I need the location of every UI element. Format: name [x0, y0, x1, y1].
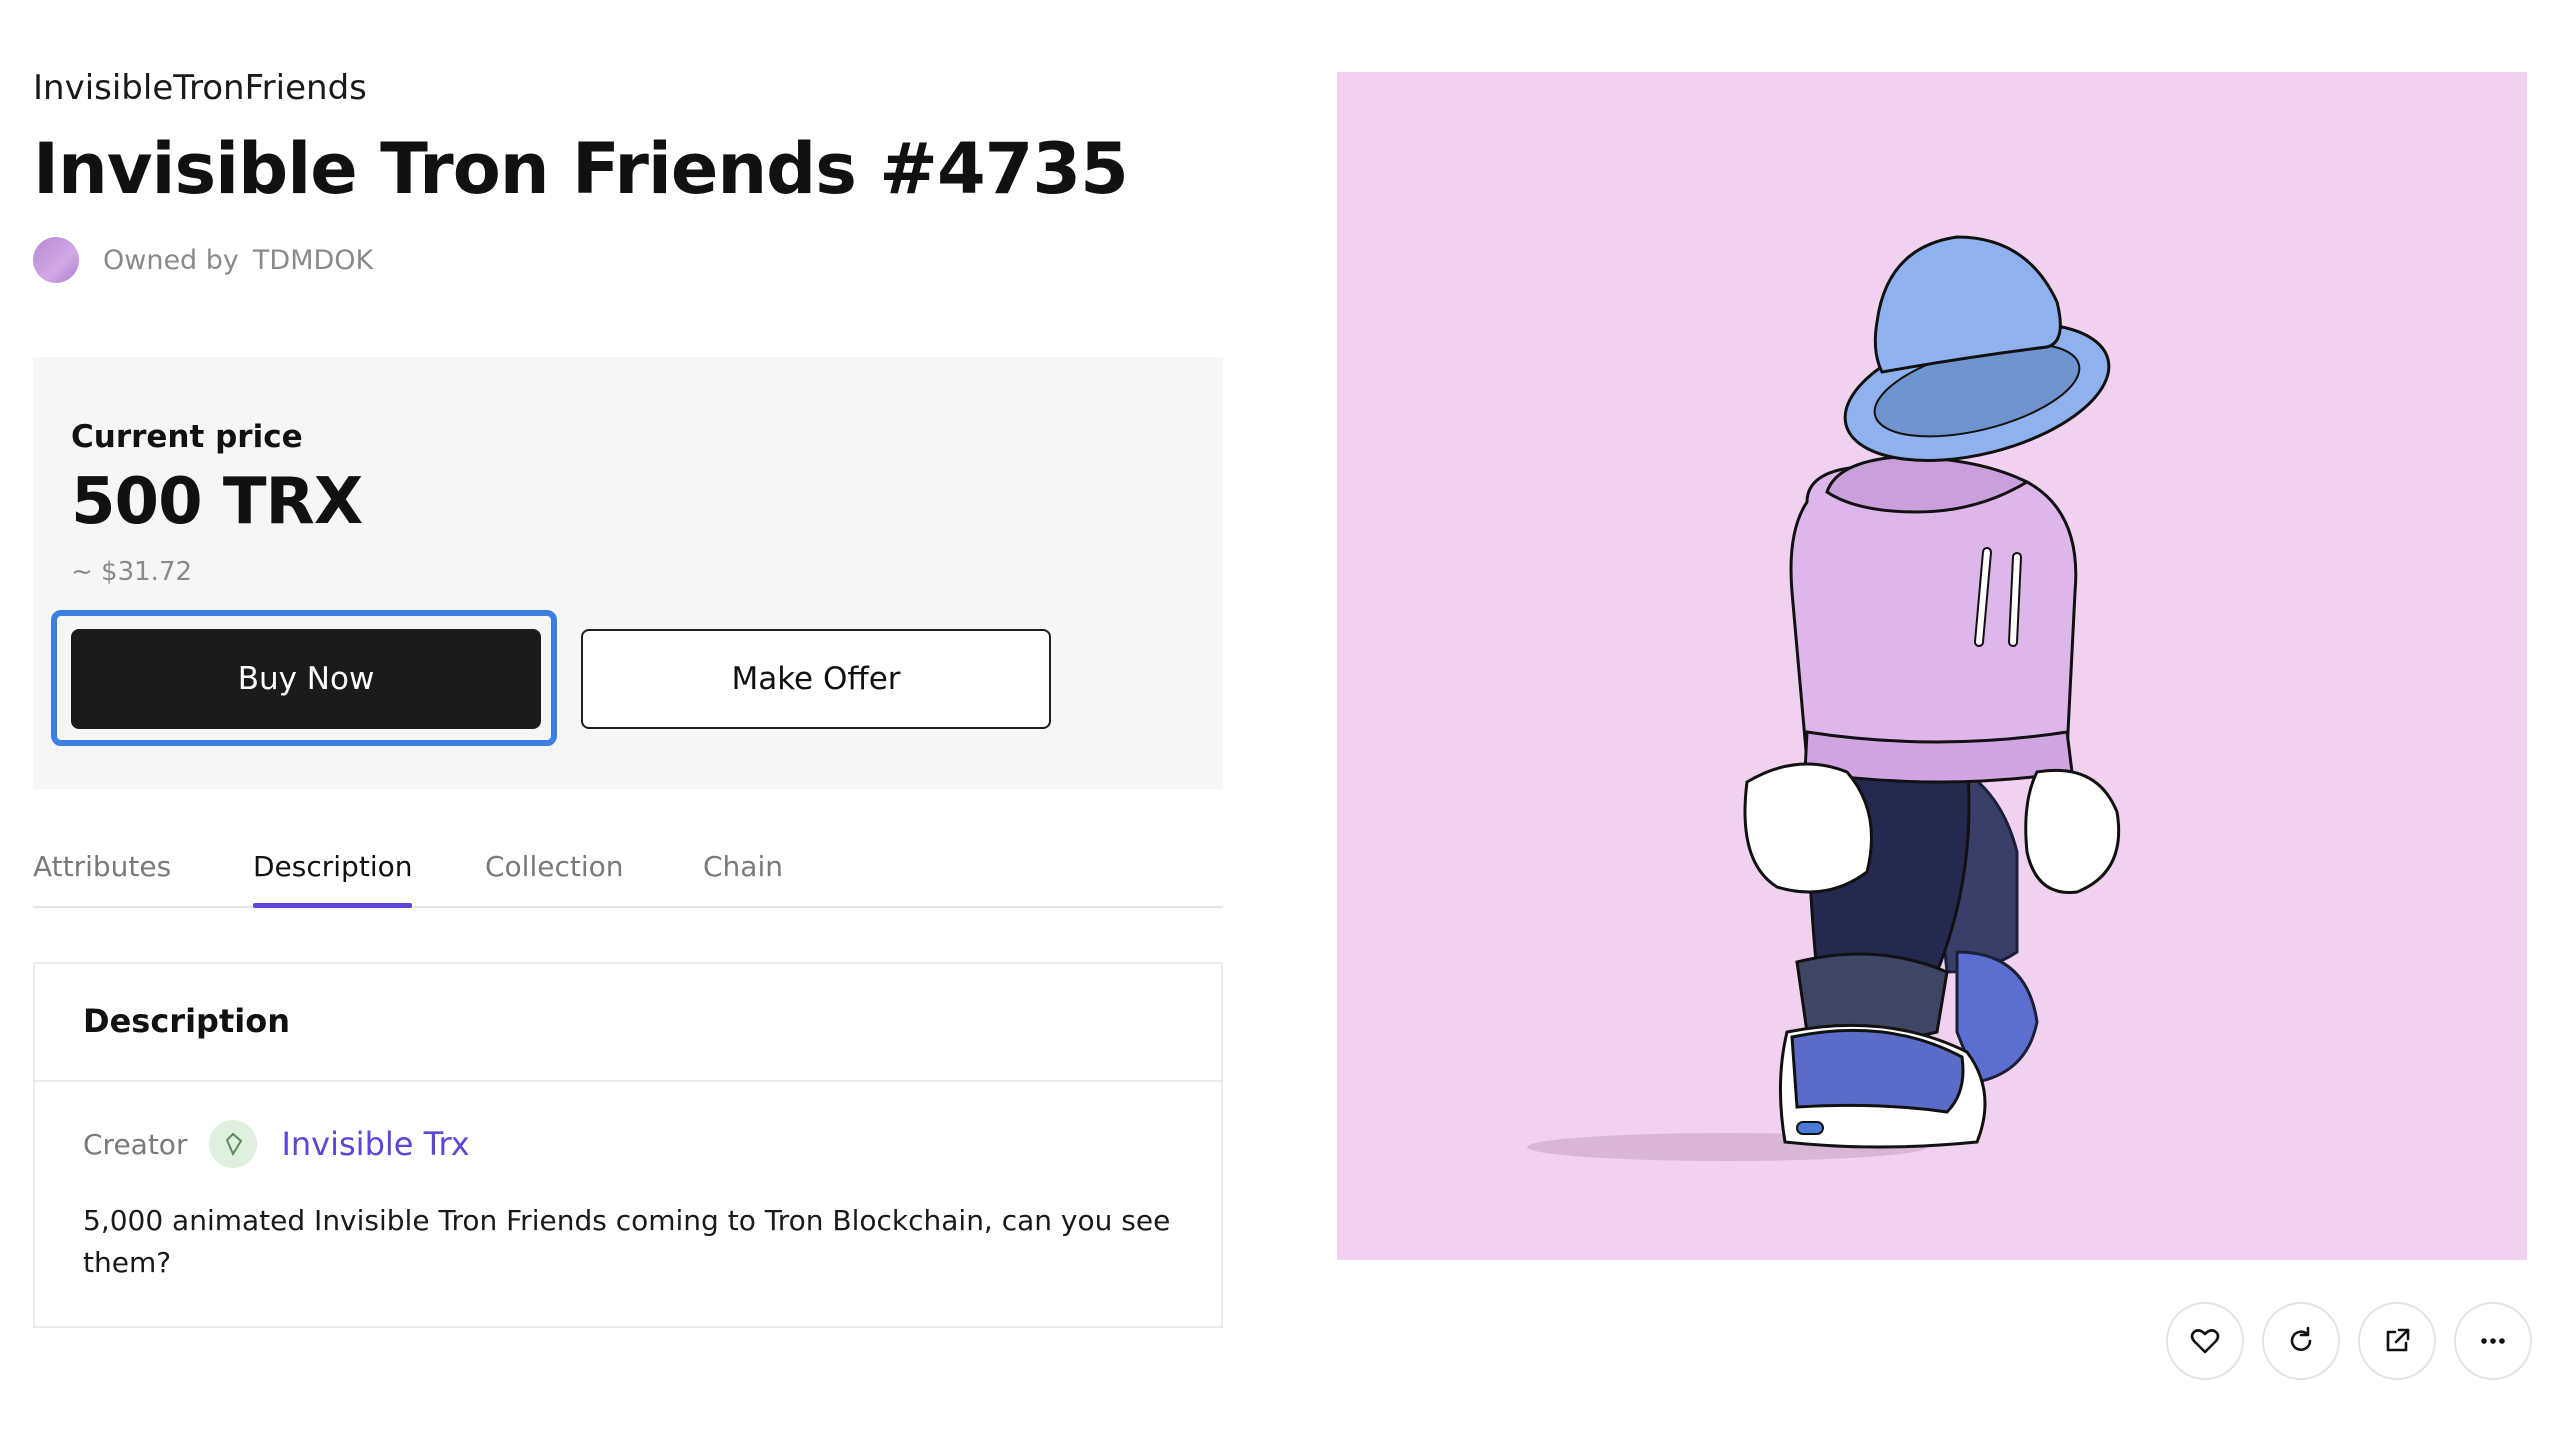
price-usd: ~ $31.72	[71, 557, 193, 587]
favorite-button[interactable]	[2166, 1302, 2244, 1380]
tab-chain[interactable]: Chain	[703, 850, 783, 904]
owner-name-link[interactable]: TDMDOK	[253, 245, 373, 276]
tron-logo-icon	[226, 1132, 243, 1157]
price-label: Current price	[71, 419, 303, 455]
nft-image[interactable]	[1337, 72, 2527, 1260]
creator-avatar[interactable]	[209, 1120, 258, 1168]
description-card: Description Creator Invisible Trx 5,000 …	[33, 962, 1223, 1328]
nft-character-illustration	[1527, 235, 2121, 1161]
heart-icon	[2190, 1329, 2220, 1354]
creator-row: Creator Invisible Trx	[83, 1118, 470, 1170]
description-text: 5,000 animated Invisible Tron Friends co…	[83, 1204, 1171, 1279]
owner-row: Owned by TDMDOK	[33, 236, 373, 284]
description-title: Description	[83, 1002, 290, 1040]
refresh-icon	[2290, 1326, 2312, 1351]
refresh-button[interactable]	[2262, 1302, 2340, 1380]
tab-collection[interactable]: Collection	[485, 850, 624, 904]
more-options-button[interactable]	[2454, 1302, 2532, 1380]
owner-label: Owned by	[103, 244, 239, 276]
price-value: 500 TRX	[71, 465, 363, 539]
creator-name-link[interactable]: Invisible Trx	[281, 1125, 469, 1163]
share-button[interactable]	[2358, 1302, 2436, 1380]
external-link-icon	[2386, 1328, 2410, 1352]
description-header: Description	[35, 964, 1221, 1082]
page-title: Invisible Tron Friends #4735	[33, 128, 1129, 210]
owner-avatar[interactable]	[33, 237, 79, 283]
more-icon	[2481, 1338, 2505, 1344]
tab-description[interactable]: Description	[253, 850, 413, 908]
make-offer-button[interactable]: Make Offer	[581, 629, 1051, 729]
tab-attributes[interactable]: Attributes	[33, 850, 171, 904]
collection-name[interactable]: InvisibleTronFriends	[33, 68, 367, 108]
detail-tabs: Attributes Description Collection Chain	[33, 850, 1223, 908]
buy-now-button[interactable]: Buy Now	[71, 629, 541, 729]
price-card: Current price 500 TRX ~ $31.72 Buy Now M…	[33, 357, 1223, 789]
creator-label: Creator	[83, 1127, 188, 1161]
